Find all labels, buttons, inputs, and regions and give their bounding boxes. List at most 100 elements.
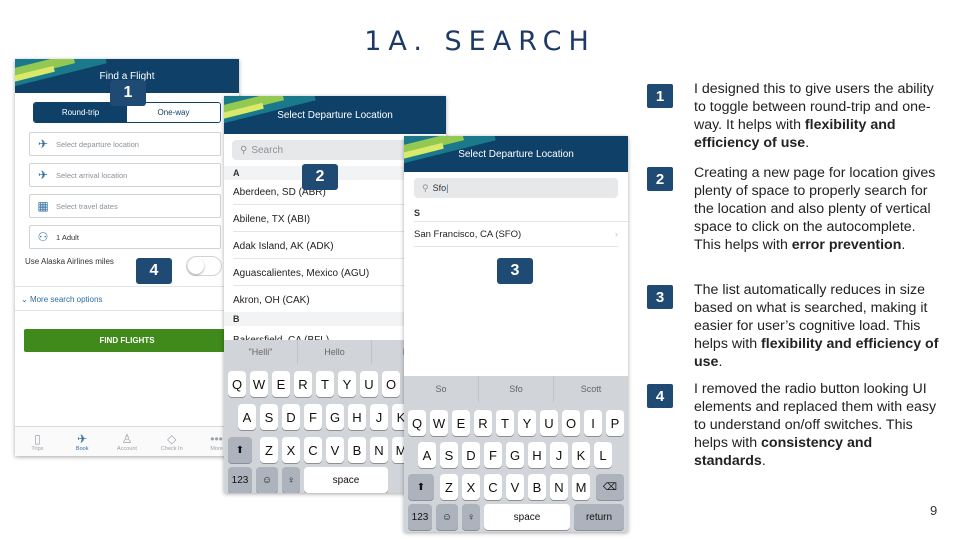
key[interactable]: B [348,437,366,463]
key[interactable]: A [238,404,256,430]
suggestion[interactable]: Scott [554,376,628,402]
key[interactable]: S [440,442,458,468]
key[interactable]: E [452,410,470,436]
key[interactable]: Z [260,437,278,463]
key[interactable]: F [304,404,322,430]
return-key[interactable]: return [574,504,624,530]
key[interactable]: S [260,404,278,430]
key[interactable]: J [550,442,568,468]
key[interactable]: O [562,410,580,436]
key[interactable]: C [484,474,502,500]
key[interactable]: V [326,437,344,463]
more-options-label: More search options [29,295,103,304]
result-row[interactable]: San Francisco, CA (SFO) › [414,222,618,247]
note-2: Creating a new page for location gives p… [694,164,942,254]
backspace-key[interactable]: ⌫ [596,474,624,500]
emoji-key[interactable]: ☺ [436,504,458,530]
key[interactable]: U [540,410,558,436]
backspace-icon: ⌫ [602,481,618,493]
key[interactable]: M [572,474,590,500]
note-bold: error prevention [791,237,902,253]
takeoff-icon: ✈ [37,137,49,151]
key[interactable]: R [474,410,492,436]
space-key[interactable]: space [304,467,388,493]
tab-check-in[interactable]: ◇ Check In [149,427,194,456]
key[interactable]: V [506,474,524,500]
suggestion[interactable]: So [404,376,479,402]
key[interactable]: E [272,371,290,397]
key[interactable]: C [304,437,322,463]
tab-account[interactable]: ♙ Account [105,427,150,456]
key[interactable]: U [360,371,378,397]
departure-header: Select Departure Location [224,96,446,134]
key[interactable]: G [506,442,524,468]
emoji-icon: ☺ [441,511,453,523]
tab-label: Account [117,445,137,452]
key[interactable]: A [418,442,436,468]
key[interactable]: F [484,442,502,468]
key[interactable]: L [594,442,612,468]
switch-knob [188,258,204,274]
key[interactable]: N [550,474,568,500]
suggestion[interactable]: "Helli" [224,340,298,364]
key[interactable]: B [528,474,546,500]
tab-book[interactable]: ✈ Book [60,427,105,456]
key[interactable]: W [250,371,268,397]
key[interactable]: Z [440,474,458,500]
departure-field[interactable]: ✈ Select departure location [29,132,221,156]
key[interactable]: Q [228,371,246,397]
more-icon: ••• [210,431,223,446]
space-key[interactable]: space [484,504,570,530]
dates-field[interactable]: ▦ Select travel dates [29,194,221,218]
suggestion[interactable]: Hello [298,340,372,364]
key[interactable]: T [316,371,334,397]
key[interactable]: Y [518,410,536,436]
more-search-options-link[interactable]: ⌄ More search options [21,295,102,304]
key[interactable]: N [370,437,388,463]
key[interactable]: H [528,442,546,468]
note-3: The list automatically reduces in size b… [694,281,942,371]
person-icon: ⚇ [37,230,49,244]
note-4: I removed the radio button looking UI el… [694,380,942,470]
key[interactable]: I [584,410,602,436]
callout-badge-3: 3 [497,258,533,284]
key[interactable]: D [462,442,480,468]
key[interactable]: W [430,410,448,436]
key[interactable]: R [294,371,312,397]
miles-switch[interactable] [186,256,222,276]
key[interactable]: X [282,437,300,463]
note-1: I designed this to give users the abilit… [694,80,942,152]
shift-key[interactable]: ⬆ [408,474,434,500]
checkin-icon: ◇ [167,431,177,446]
key[interactable]: J [370,404,388,430]
note-end: . [901,237,906,253]
chevron-right-icon: › [614,228,618,240]
key[interactable]: P [606,410,624,436]
key[interactable]: K [572,442,590,468]
shift-key[interactable]: ⬆ [228,437,252,463]
mic-key[interactable]: ♀ [462,504,480,530]
calendar-icon: ▦ [37,199,49,213]
mic-key[interactable]: ♀ [282,467,300,493]
keyboard: Q W E R T Y U O I P A S D F G H J K L ⬆ … [404,402,628,532]
key[interactable]: Q [408,410,426,436]
find-flights-button[interactable]: FIND FLIGHTS [24,329,230,352]
travelers-field[interactable]: ⚇ 1 Adult [29,225,221,249]
key[interactable]: T [496,410,514,436]
departure-placeholder: Select departure location [56,139,139,149]
key[interactable]: G [326,404,344,430]
note-number-1: 1 [647,84,673,108]
key[interactable]: X [462,474,480,500]
numbers-key[interactable]: 123 [228,467,252,493]
arrival-field[interactable]: ✈ Select arrival location [29,163,221,187]
search-input[interactable]: ⚲ Sfo | [414,178,618,198]
key[interactable]: Y [338,371,356,397]
numbers-key[interactable]: 123 [408,504,432,530]
key[interactable]: H [348,404,366,430]
emoji-key[interactable]: ☺ [256,467,278,493]
key[interactable]: O [382,371,400,397]
suggestion[interactable]: Sfo [479,376,554,402]
key[interactable]: D [282,404,300,430]
header-title: Select Departure Location [277,109,393,121]
tab-trips[interactable]: ▯ Trips [15,427,60,456]
